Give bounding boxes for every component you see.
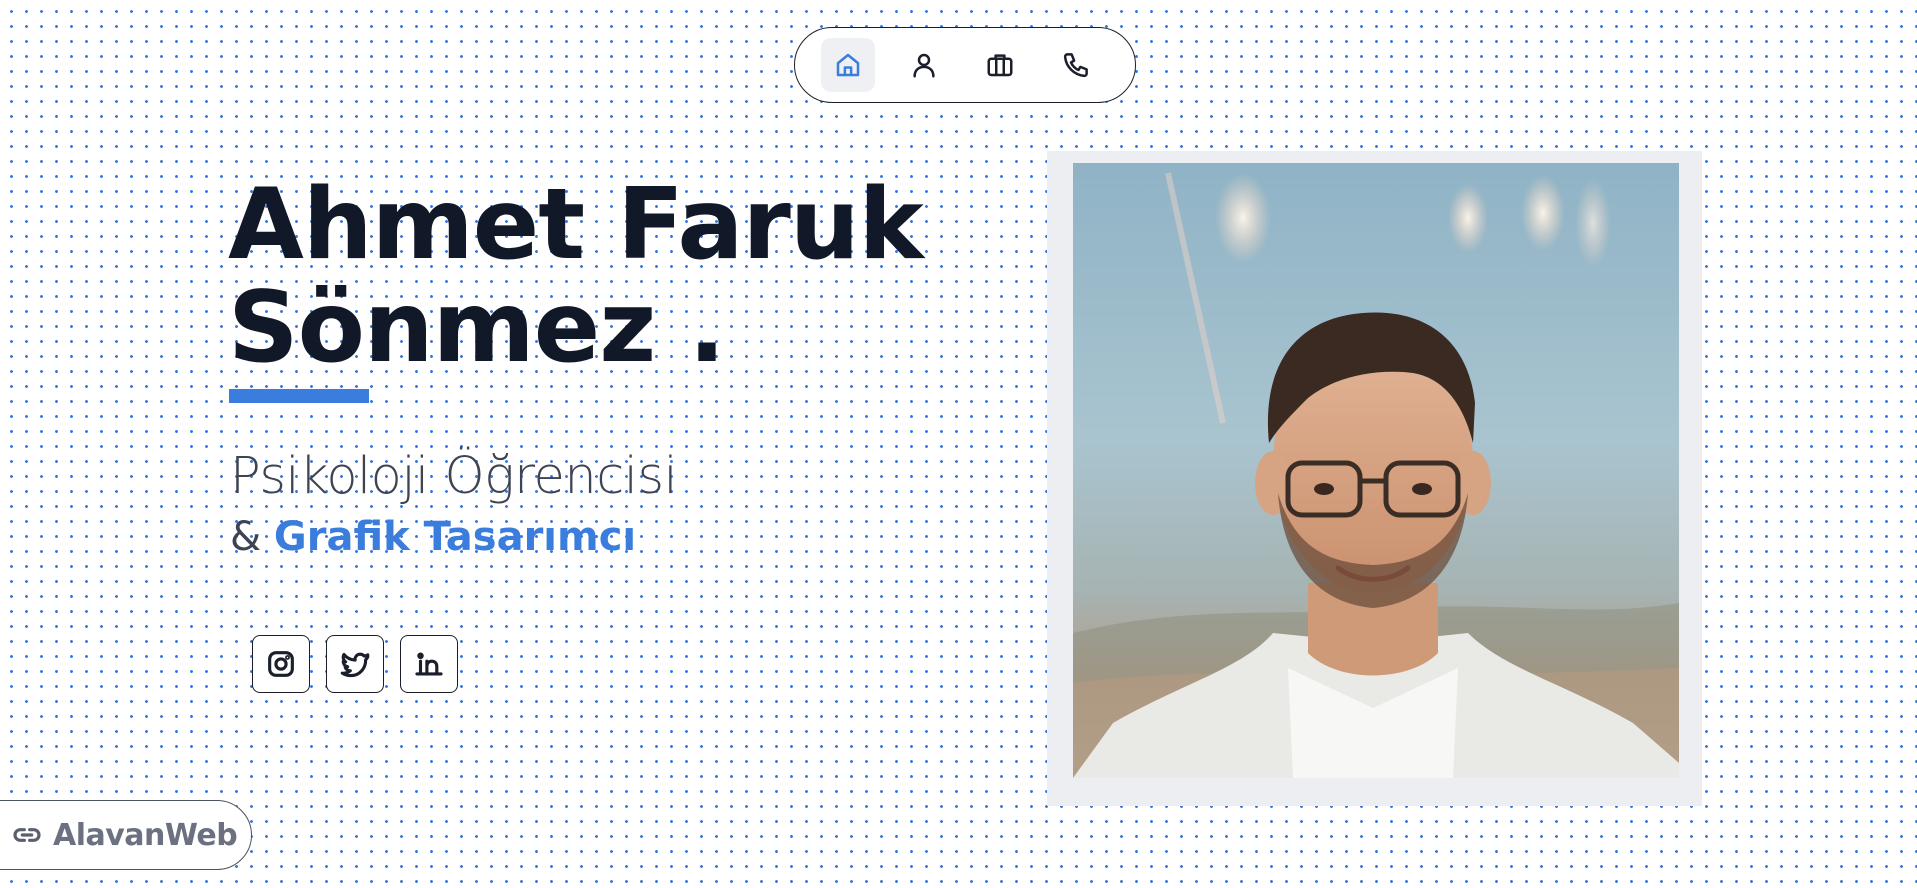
portrait-illustration	[1073, 163, 1679, 778]
linkedin-button[interactable]	[400, 635, 458, 693]
name-underline	[229, 389, 369, 403]
profile-photo-frame	[1047, 151, 1702, 806]
linkedin-icon	[415, 652, 443, 676]
link-icon	[13, 828, 41, 842]
hero-name-line1: Ahmet Faruk	[228, 168, 924, 282]
social-links	[252, 635, 458, 693]
instagram-button[interactable]	[252, 635, 310, 693]
profile-photo	[1073, 163, 1679, 778]
hero-name: Ahmet Faruk Sönmez .	[228, 168, 924, 385]
phone-icon	[1063, 53, 1088, 78]
nav-about-button[interactable]	[897, 38, 951, 92]
home-icon	[836, 53, 860, 77]
alavanweb-label: AlavanWeb	[53, 817, 238, 853]
user-icon	[913, 53, 935, 78]
role-line: Psikoloji Öğrencisi	[230, 447, 678, 506]
role-prefix: &	[230, 514, 262, 560]
twitter-button[interactable]	[326, 635, 384, 693]
alavanweb-link[interactable]: AlavanWeb	[0, 800, 252, 870]
twitter-icon	[340, 652, 370, 678]
briefcase-icon	[987, 54, 1013, 77]
hero-name-line2: Sönmez .	[228, 271, 726, 385]
instagram-icon	[268, 651, 294, 677]
role-line-2: & Grafik Tasarımcı	[230, 510, 636, 564]
top-nav	[794, 27, 1136, 103]
role-accent: Grafik Tasarımcı	[273, 514, 637, 560]
nav-home-button[interactable]	[821, 38, 875, 92]
nav-portfolio-button[interactable]	[973, 38, 1027, 92]
nav-contact-button[interactable]	[1049, 38, 1103, 92]
